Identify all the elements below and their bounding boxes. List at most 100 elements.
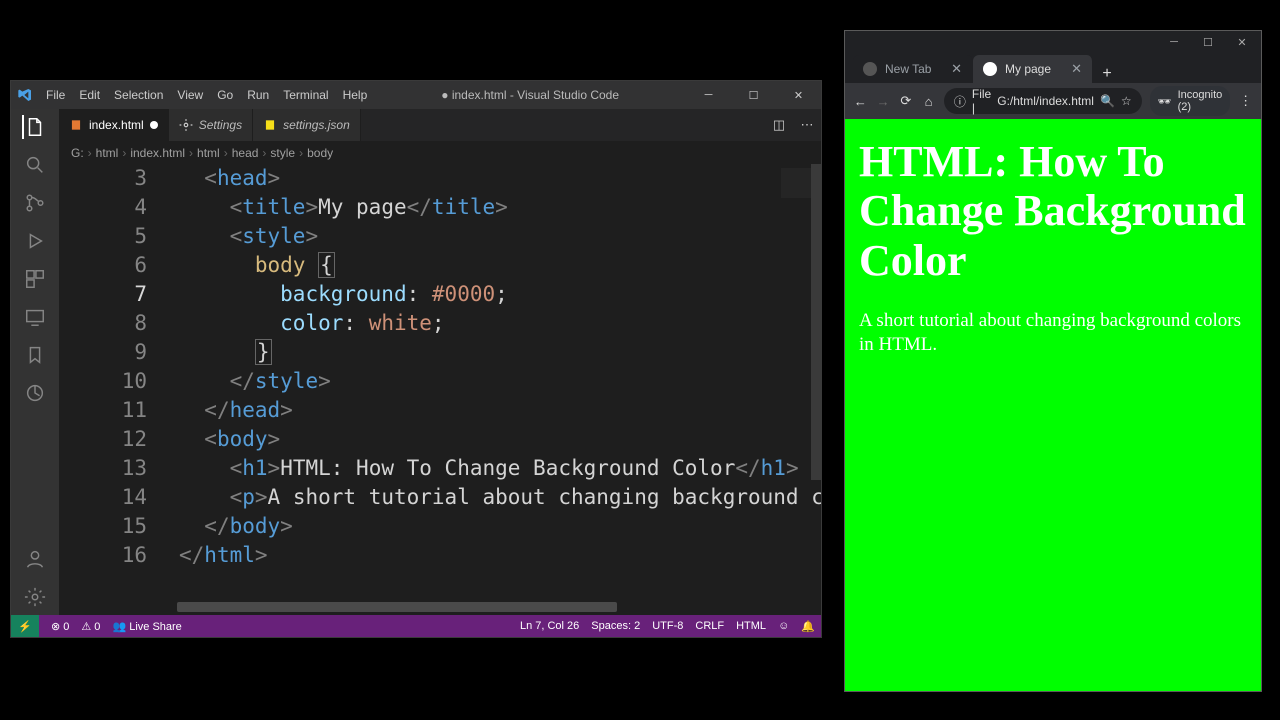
code-line[interactable]: <title>My page</title> (179, 193, 791, 222)
rendered-page: HTML: How To Change Background Color A s… (845, 119, 1261, 691)
chevron-right-icon: › (189, 146, 193, 160)
vertical-scrollbar[interactable] (811, 164, 821, 480)
code-line[interactable]: </body> (179, 512, 791, 541)
browser-tab[interactable]: New Tab✕ (853, 55, 973, 83)
vscode-titlebar[interactable]: FileEditSelectionViewGoRunTerminalHelp ●… (11, 81, 821, 109)
remote-icon[interactable] (23, 305, 47, 329)
eol[interactable]: CRLF (695, 620, 724, 632)
minimap[interactable] (781, 168, 811, 198)
code-line[interactable]: </style> (179, 367, 791, 396)
close-tab-icon[interactable]: ✕ (1071, 61, 1082, 77)
menu-help[interactable]: Help (336, 81, 375, 109)
line-number[interactable]: 16 (59, 541, 147, 570)
source-control-icon[interactable] (23, 191, 47, 215)
editor-tab[interactable]: Settings (169, 109, 253, 141)
editor-tab[interactable]: settings.json (253, 109, 361, 141)
menu-run[interactable]: Run (240, 81, 276, 109)
problems-warnings[interactable]: ⚠ 0 (81, 620, 100, 633)
breadcrumb-item[interactable]: G: (71, 146, 84, 160)
code-editor[interactable]: 345678910111213141516 <head> <title>My p… (59, 164, 821, 615)
bookmarks-icon[interactable] (23, 343, 47, 367)
breadcrumbs[interactable]: G:›html›index.html›html›head›style›body (59, 142, 821, 164)
menu-edit[interactable]: Edit (72, 81, 107, 109)
line-number[interactable]: 12 (59, 425, 147, 454)
breadcrumb-item[interactable]: html (96, 146, 119, 160)
menu-terminal[interactable]: Terminal (276, 81, 335, 109)
code-line[interactable]: <style> (179, 222, 791, 251)
remote-status-button[interactable]: ⚡ (11, 615, 39, 637)
editor-tab[interactable]: index.html (59, 109, 169, 141)
indent-setting[interactable]: Spaces: 2 (591, 620, 640, 632)
menu-file[interactable]: File (39, 81, 72, 109)
browser-tab[interactable]: My page✕ (973, 55, 1093, 83)
code-line[interactable]: </head> (179, 396, 791, 425)
line-number[interactable]: 11 (59, 396, 147, 425)
menu-view[interactable]: View (170, 81, 210, 109)
browser-maximize-button[interactable]: ☐ (1195, 36, 1221, 49)
close-button[interactable]: ✕ (776, 81, 821, 109)
home-button[interactable]: ⌂ (921, 90, 936, 112)
chevron-right-icon: › (122, 146, 126, 160)
line-number[interactable]: 5 (59, 222, 147, 251)
code-line[interactable]: <p>A short tutorial about changing backg… (179, 483, 791, 512)
breadcrumb-item[interactable]: style (270, 146, 295, 160)
line-number[interactable]: 8 (59, 309, 147, 338)
new-tab-button[interactable]: + (1093, 65, 1121, 83)
zoom-icon[interactable]: 🔍 (1100, 94, 1115, 108)
code-line[interactable]: background: #0000; (179, 280, 791, 309)
language-mode[interactable]: HTML (736, 620, 766, 632)
breadcrumb-item[interactable]: html (197, 146, 220, 160)
gitlens-icon[interactable] (23, 381, 47, 405)
code-line[interactable]: } (179, 338, 791, 367)
code-line[interactable]: <head> (179, 164, 791, 193)
forward-button[interactable]: → (876, 90, 891, 112)
horizontal-scrollbar[interactable] (177, 602, 617, 612)
settings-gear-icon[interactable] (23, 585, 47, 609)
account-icon[interactable] (23, 547, 47, 571)
browser-close-button[interactable]: ✕ (1229, 36, 1255, 49)
bookmark-star-icon[interactable]: ☆ (1121, 94, 1132, 108)
minimize-button[interactable]: ─ (686, 81, 731, 109)
breadcrumb-item[interactable]: index.html (130, 146, 185, 160)
code-line[interactable]: <h1>HTML: How To Change Background Color… (179, 454, 791, 483)
page-paragraph: A short tutorial about changing backgrou… (859, 309, 1247, 358)
line-number[interactable]: 3 (59, 164, 147, 193)
back-button[interactable]: ← (853, 90, 868, 112)
browser-minimize-button[interactable]: ─ (1161, 36, 1187, 48)
explorer-icon[interactable] (22, 115, 46, 139)
cursor-position[interactable]: Ln 7, Col 26 (520, 620, 579, 632)
menu-go[interactable]: Go (210, 81, 240, 109)
split-editor-icon[interactable]: ◫ (765, 109, 793, 141)
code-line[interactable]: </html> (179, 541, 791, 570)
breadcrumb-item[interactable]: body (307, 146, 333, 160)
address-bar[interactable]: ⓘ File | G:/html/index.html 🔍 ☆ (944, 88, 1142, 114)
breadcrumb-item[interactable]: head (232, 146, 259, 160)
reload-button[interactable]: ⟳ (898, 90, 913, 112)
code-line[interactable]: color: white; (179, 309, 791, 338)
code-line[interactable]: body { (179, 251, 791, 280)
browser-menu-button[interactable]: ⋮ (1238, 90, 1253, 112)
line-number[interactable]: 6 (59, 251, 147, 280)
maximize-button[interactable]: ☐ (731, 81, 776, 109)
notifications-icon[interactable]: 🔔 (801, 620, 815, 633)
problems-errors[interactable]: ⊗ 0 (51, 620, 69, 633)
more-actions-icon[interactable]: ⋯ (793, 109, 821, 141)
line-number[interactable]: 15 (59, 512, 147, 541)
search-icon[interactable] (23, 153, 47, 177)
extensions-icon[interactable] (23, 267, 47, 291)
incognito-badge[interactable]: 🕶 Incognito (2) (1150, 86, 1231, 116)
encoding[interactable]: UTF-8 (652, 620, 683, 632)
line-number[interactable]: 7 (59, 280, 147, 309)
line-number[interactable]: 9 (59, 338, 147, 367)
menu-selection[interactable]: Selection (107, 81, 170, 109)
line-number[interactable]: 14 (59, 483, 147, 512)
line-number[interactable]: 13 (59, 454, 147, 483)
run-debug-icon[interactable] (23, 229, 47, 253)
line-number[interactable]: 10 (59, 367, 147, 396)
line-number[interactable]: 4 (59, 193, 147, 222)
close-tab-icon[interactable]: ✕ (951, 61, 962, 77)
feedback-icon[interactable]: ☺ (778, 620, 789, 632)
live-share-button[interactable]: 👥 Live Share (112, 620, 181, 633)
code-line[interactable]: <body> (179, 425, 791, 454)
chevron-right-icon: › (88, 146, 92, 160)
